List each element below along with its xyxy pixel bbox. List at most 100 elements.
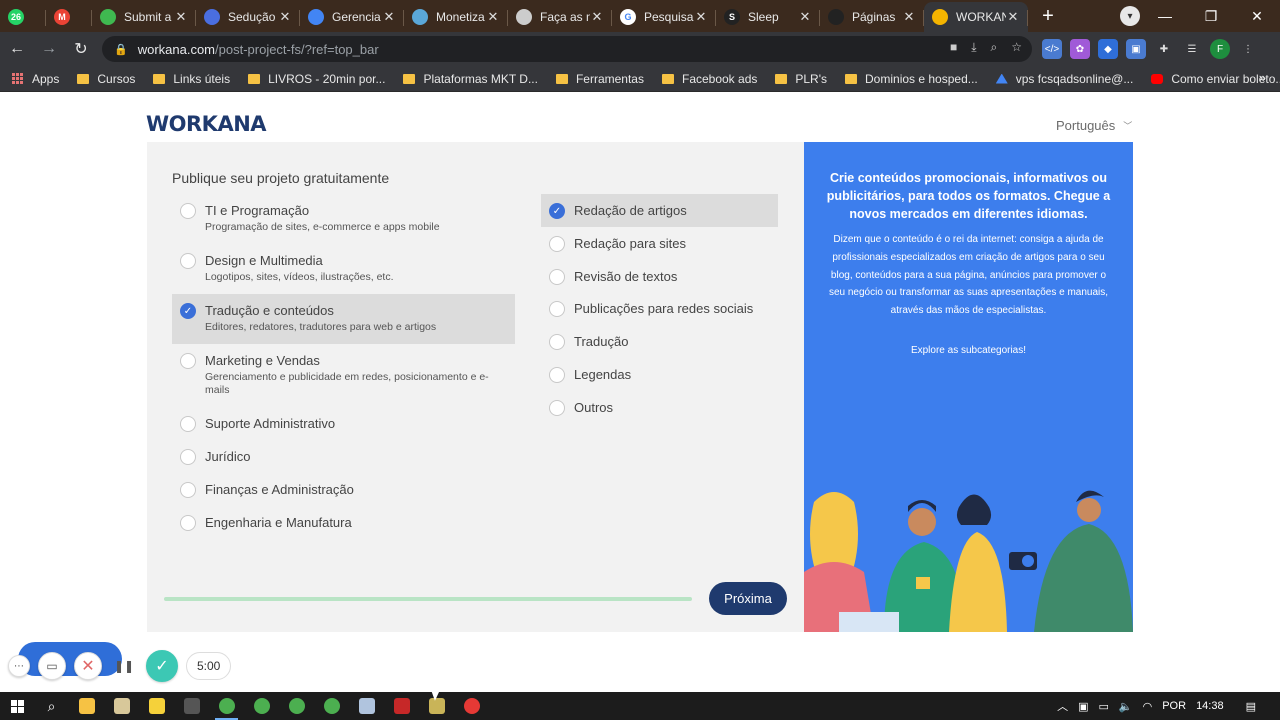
subcategory-option[interactable]: Publicações para redes sociais xyxy=(549,300,753,318)
address-bar[interactable]: 🔒 workana.com /post-project-fs/?ref=top_… xyxy=(102,36,1032,62)
bookmark-item[interactable]: LIVROS - 20min por... xyxy=(248,72,385,86)
extension-window-icon[interactable]: ▣ xyxy=(1126,39,1146,59)
webcam-toggle-icon[interactable]: ▭ xyxy=(38,652,66,680)
minimize-icon[interactable]: — xyxy=(1142,8,1188,24)
radio-button[interactable] xyxy=(549,268,565,285)
restore-icon[interactable]: ❐ xyxy=(1188,8,1234,25)
browser-tab[interactable]: M xyxy=(46,2,92,32)
browser-tab[interactable]: Sedução ✕ xyxy=(196,2,300,32)
chrome-icon-5[interactable] xyxy=(454,692,489,720)
sticky-notes-icon[interactable] xyxy=(139,692,174,720)
radio-button[interactable] xyxy=(180,203,196,219)
radio-checked-icon[interactable]: ✓ xyxy=(180,303,196,319)
extension-tag-icon[interactable]: ◆ xyxy=(1098,39,1118,59)
radio-button[interactable] xyxy=(549,367,565,383)
close-tab-icon[interactable]: ✕ xyxy=(382,9,396,25)
radio-button[interactable] xyxy=(180,449,196,465)
subcategory-option[interactable]: Tradução xyxy=(549,333,628,351)
radio-button[interactable] xyxy=(549,399,565,416)
category-option[interactable]: Finanças e Administração xyxy=(180,481,500,499)
subcategory-option[interactable]: Outros xyxy=(549,399,613,417)
explore-subcategories-link[interactable]: Explore as subcategorias! xyxy=(826,345,1111,356)
finish-recording-icon[interactable]: ✓ xyxy=(146,650,178,682)
browser-tab[interactable]: Monetiza ✕ xyxy=(404,2,508,32)
wifi-icon[interactable]: ◠ xyxy=(1143,700,1153,713)
language-selector[interactable]: Português ﹀ xyxy=(1056,118,1132,133)
bookmark-item[interactable]: Facebook ads xyxy=(661,72,757,86)
close-tab-icon[interactable]: ✕ xyxy=(590,9,604,25)
radio-button[interactable] xyxy=(549,334,565,351)
chrome-icon-4[interactable] xyxy=(314,692,349,720)
new-tab-button[interactable]: + xyxy=(1034,2,1062,30)
profile-avatar[interactable]: F xyxy=(1210,39,1230,59)
input-language[interactable]: POR xyxy=(1162,700,1186,712)
subcategory-option[interactable]: Revisão de textos xyxy=(549,268,677,286)
tab-search-icon[interactable]: ▾ xyxy=(1120,6,1140,26)
file-explorer-icon[interactable] xyxy=(69,692,104,720)
subcategory-option[interactable]: Redação para sites xyxy=(549,235,686,253)
calculator-icon[interactable] xyxy=(174,692,209,720)
subcategory-option[interactable]: ✓ Redação de artigos xyxy=(541,194,778,227)
cancel-recording-icon[interactable]: ✕ xyxy=(74,652,102,680)
notifications-icon[interactable]: ▤ xyxy=(1246,700,1256,713)
radio-button[interactable] xyxy=(180,482,196,498)
category-option[interactable]: ✓ Tradução e conteúdos Editores, redatores… xyxy=(172,294,515,344)
battery-icon[interactable]: ▭ xyxy=(1099,700,1109,713)
close-tab-icon[interactable]: ✕ xyxy=(902,9,916,25)
notepad-icon[interactable] xyxy=(104,692,139,720)
filezilla-icon[interactable] xyxy=(384,692,419,720)
browser-tab[interactable]: WORKAN ✕ xyxy=(924,2,1028,32)
reading-list-icon[interactable]: ☰ xyxy=(1182,39,1202,59)
bookmark-star-icon[interactable]: ☆ xyxy=(1011,40,1022,55)
search-icon[interactable]: ⌕ xyxy=(34,692,69,720)
chrome-icon[interactable] xyxy=(209,692,244,720)
browser-tab[interactable]: 26 xyxy=(0,2,46,32)
browser-tab[interactable]: S Sleep ✕ xyxy=(716,2,820,32)
next-button[interactable]: Próxima xyxy=(709,582,787,615)
bookmark-item[interactable]: Cursos xyxy=(77,72,135,86)
radio-button[interactable] xyxy=(549,235,565,252)
radio-button[interactable] xyxy=(180,416,196,432)
chrome-icon-2[interactable] xyxy=(244,692,279,720)
subcategory-option[interactable]: Legendas xyxy=(549,366,631,384)
browser-tab[interactable]: Gerencia ✕ xyxy=(300,2,404,32)
menu-icon[interactable]: ⋮ xyxy=(1238,39,1258,59)
close-tab-icon[interactable]: ✕ xyxy=(798,9,812,25)
clock[interactable]: 14:38 xyxy=(1196,700,1224,712)
more-bookmarks-icon[interactable]: » xyxy=(1259,70,1266,85)
browser-tab[interactable]: Submit a ✕ xyxy=(92,2,196,32)
browser-tab[interactable]: G Pesquisa ✕ xyxy=(612,2,716,32)
more-options-icon[interactable]: ⋯ xyxy=(8,655,30,677)
category-option[interactable]: Engenharia e Manufatura xyxy=(180,514,500,532)
extension-code-icon[interactable]: </> xyxy=(1042,39,1062,59)
category-option[interactable]: Jurídico xyxy=(180,448,500,466)
windows-start-icon[interactable] xyxy=(0,692,34,720)
camera-icon[interactable]: ■ xyxy=(950,40,957,55)
radio-button[interactable] xyxy=(180,353,196,369)
zoom-icon[interactable]: ⌕ xyxy=(991,40,998,55)
category-option[interactable]: TI e Programação Programação de sites, e-… xyxy=(180,202,500,234)
radio-button[interactable] xyxy=(180,253,196,269)
reload-icon[interactable]: ↻ xyxy=(66,34,96,64)
category-option[interactable]: Suporte Administrativo xyxy=(180,415,500,433)
close-tab-icon[interactable]: ✕ xyxy=(174,9,188,25)
radio-button[interactable] xyxy=(549,301,565,318)
chrome-icon-3[interactable] xyxy=(279,692,314,720)
install-icon[interactable]: ⤓ xyxy=(971,40,976,55)
extension-flower-icon[interactable]: ✿ xyxy=(1070,39,1090,59)
tray-chevron-icon[interactable]: ︿ xyxy=(1057,698,1068,714)
close-tab-icon[interactable]: ✕ xyxy=(486,9,500,25)
radio-button[interactable] xyxy=(180,515,196,531)
bookmark-item[interactable]: Apps xyxy=(12,72,59,86)
bookmark-item[interactable]: Ferramentas xyxy=(555,72,644,86)
bookmark-item[interactable]: Plataformas MKT D... xyxy=(403,72,538,86)
forward-icon[interactable]: → xyxy=(34,34,64,64)
document-icon[interactable] xyxy=(349,692,384,720)
close-tab-icon[interactable]: ✕ xyxy=(1006,9,1020,25)
workana-logo[interactable]: WORKANA xyxy=(146,112,267,136)
bookmark-item[interactable]: Dominios e hosped... xyxy=(845,72,978,86)
tray-app-icon[interactable]: ▣ xyxy=(1078,700,1088,713)
close-tab-icon[interactable]: ✕ xyxy=(694,9,708,25)
close-tab-icon[interactable]: ✕ xyxy=(278,9,292,25)
close-window-icon[interactable]: ✕ xyxy=(1234,8,1280,25)
